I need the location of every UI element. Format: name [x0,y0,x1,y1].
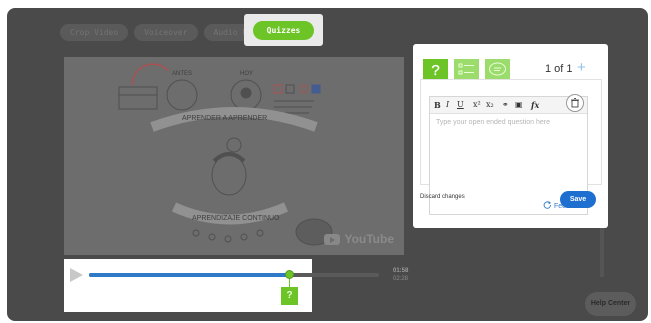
question-placeholder: Type your open ended question here [436,119,551,126]
editor-toolbar: B I U x² x₂ ⚭ ▣ fx [430,94,587,114]
school-building-icon [118,86,158,110]
multiple-choice-icon [458,63,474,75]
quiz-marker[interactable]: ? [281,287,298,305]
character-face-icon [211,154,247,196]
question-type-open[interactable]: ? [423,59,448,80]
play-icon[interactable] [70,268,83,282]
image-button[interactable]: ▣ [515,100,523,109]
quiz-tab-highlight: Quizzes [244,14,323,46]
tab-crop-video[interactable]: Crop Video [60,24,129,41]
question-type-multiple-choice[interactable] [454,59,479,80]
question-page-count: 1 of 1 [545,63,573,75]
time-current: 01:58 [393,268,409,274]
video-frame[interactable]: ANTES HOY APRENDER A APRENDER APRENDIZAJ… [64,57,404,255]
trash-icon[interactable] [566,94,584,112]
tab-voiceover[interactable]: Voiceover [134,24,198,41]
player-controls: ? [64,259,379,312]
drawing-label-hoy: HOY [240,71,253,77]
question-type-reflection[interactable] [485,59,510,80]
progress-fill [89,273,290,277]
question-icon: ? [431,62,440,79]
progress-handle[interactable] [285,270,294,279]
drawing-banner-bottom: APRENDIZAJE CONTINUO [192,215,280,222]
drawing-label-antes: ANTES [172,71,192,77]
head-icon [166,79,198,111]
trash-glyph [571,98,579,108]
svg-text:?: ? [431,62,439,79]
time-total: 02:28 [393,276,409,282]
progress-track[interactable] [89,273,379,277]
drawing-banner-top: APRENDER A APRENDER [182,115,267,122]
refresh-icon [543,201,551,209]
quiz-marker-stem [289,279,290,287]
help-center-button[interactable]: Help Center [585,292,636,316]
formula-button[interactable]: fx [531,100,539,110]
italic-button[interactable]: I [446,100,449,109]
speech-bubble-icon [489,62,506,76]
youtube-icon [324,233,341,245]
tab-quizzes[interactable]: Quizzes [253,21,314,40]
quiz-editor-panel: ? 1 of 1 + B I U x² x₂ ⚭ ▣ fx Type your … [413,44,608,228]
underline-button[interactable]: U [457,100,464,109]
whiteboard-drawing: ANTES HOY APRENDER A APRENDER APRENDIZAJ… [118,63,333,246]
plus-icon[interactable]: + [577,59,586,77]
superscript-button[interactable]: x² [473,100,481,109]
youtube-watermark-label: YouTube [344,232,394,246]
link-button[interactable]: ⚭ [502,100,509,109]
discard-changes-link[interactable]: Discard changes [420,194,465,200]
subscript-button[interactable]: x₂ [486,100,494,109]
youtube-watermark: YouTube [324,232,394,246]
bold-button[interactable]: B [434,100,441,110]
save-button[interactable]: Save [560,191,596,208]
